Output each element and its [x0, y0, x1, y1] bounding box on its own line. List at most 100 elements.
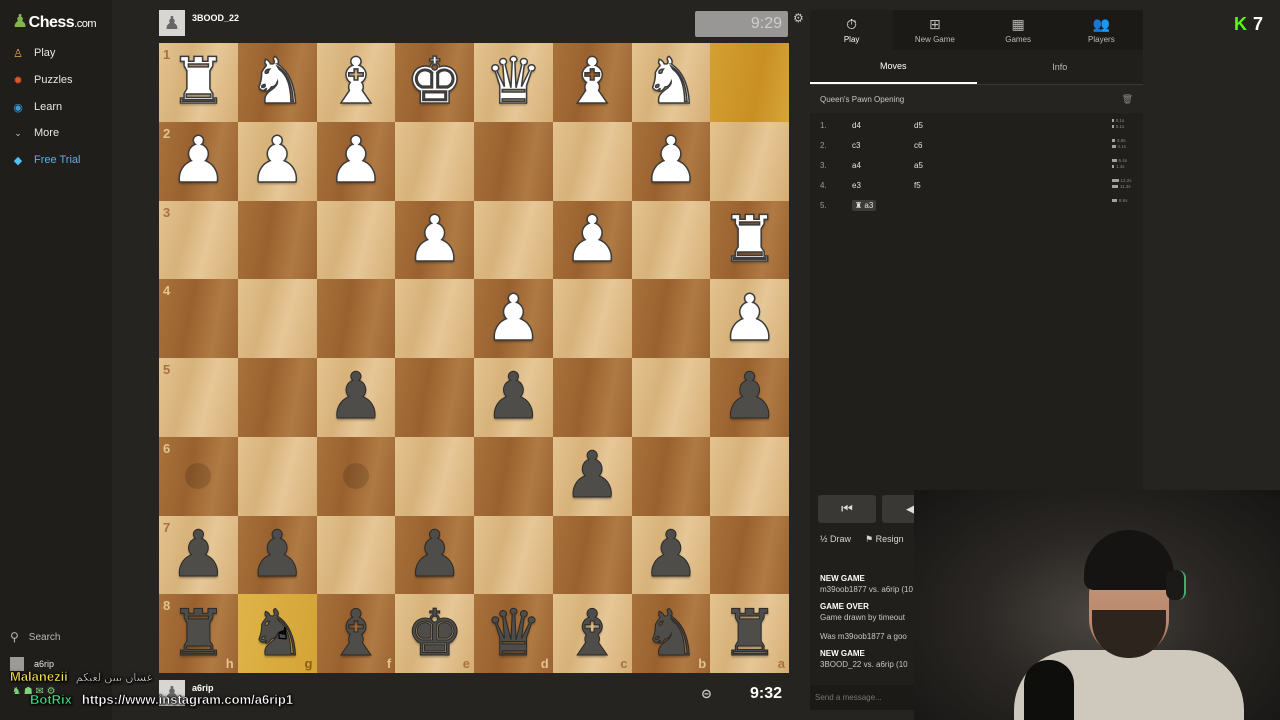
white-pawn-piece[interactable]: ♟: [248, 128, 307, 194]
black-move[interactable]: f5: [914, 181, 974, 190]
board-square[interactable]: 8 h ♜: [159, 594, 238, 673]
board-square[interactable]: 4: [159, 279, 238, 358]
board-square[interactable]: ♟: [474, 279, 553, 358]
board-square[interactable]: [710, 121, 789, 201]
board-square[interactable]: [395, 121, 474, 201]
board-square[interactable]: [474, 121, 553, 201]
board-square[interactable]: 1 ♜: [159, 43, 238, 122]
board-square[interactable]: ♟: [710, 279, 789, 358]
board-square[interactable]: [552, 358, 632, 437]
board-square[interactable]: [552, 515, 632, 595]
black-queen-piece[interactable]: ♛: [484, 601, 542, 666]
board-square[interactable]: ♟: [710, 358, 789, 437]
board-square[interactable]: ♟: [631, 515, 711, 595]
board-square[interactable]: ♟: [552, 436, 632, 516]
black-pawn-piece[interactable]: ♟: [169, 522, 227, 587]
opponent-name[interactable]: 3BOOD_22: [192, 13, 239, 23]
move-hint-dot[interactable]: [185, 463, 212, 490]
board-square[interactable]: [237, 358, 317, 437]
board-square[interactable]: ♟: [395, 515, 474, 595]
board-square[interactable]: ♞: [237, 43, 317, 122]
black-pawn-piece[interactable]: ♟: [405, 522, 463, 587]
opening-name[interactable]: Queen's Pawn Opening: [820, 95, 904, 104]
board-square[interactable]: a ♜: [710, 594, 789, 673]
board-square[interactable]: d ♛: [474, 594, 553, 673]
white-bishop-piece[interactable]: ♝: [563, 50, 622, 116]
white-rook-piece[interactable]: ♜: [720, 207, 779, 273]
white-pawn-piece[interactable]: ♟: [326, 128, 385, 194]
board-square[interactable]: [237, 436, 317, 516]
board-square[interactable]: [631, 200, 711, 280]
black-rook-piece[interactable]: ♜: [169, 601, 227, 666]
board-square[interactable]: [237, 200, 317, 280]
board-square[interactable]: ♟: [316, 358, 396, 437]
white-queen-piece[interactable]: ♛: [484, 50, 543, 116]
white-pawn-piece[interactable]: ♟: [641, 128, 700, 194]
board-square[interactable]: ♛: [474, 43, 553, 122]
board-square[interactable]: [316, 200, 396, 280]
board-square[interactable]: [474, 436, 553, 516]
board-square[interactable]: [395, 436, 474, 516]
black-move[interactable]: d5: [914, 121, 974, 130]
sidebar-item-learn[interactable]: ◉ Learn: [10, 97, 62, 117]
tab-play[interactable]: ⏱ Play: [810, 10, 894, 50]
board-square[interactable]: ♝: [316, 43, 396, 122]
board-square[interactable]: [631, 358, 711, 437]
board-square[interactable]: [316, 279, 396, 358]
board-square[interactable]: ♟: [631, 121, 711, 201]
board-square[interactable]: e ♚: [395, 594, 474, 673]
board-square[interactable]: [631, 436, 711, 516]
chess-board[interactable]: 1 ♜ ♞ ♝ ♚ ♛ ♝ ♞ 2 ♟ ♟ ♟ ♟ 3 ♟ ♟ ♜ 4 ♟ ♟ 5 ♟ ♟ ♟ 6 ♟ 7 ♟ ♟ ♟ ♟ 8 h ♜ g ♞ ☝ f ♝ e…: [159, 43, 789, 673]
first-move-button[interactable]: ⏮: [818, 495, 876, 523]
black-king-piece[interactable]: ♚: [405, 601, 463, 666]
board-square[interactable]: c ♝: [552, 594, 632, 673]
white-rook-piece[interactable]: ♜: [169, 50, 228, 116]
white-knight-piece[interactable]: ♞: [248, 50, 307, 116]
sidebar-item-free-trial[interactable]: ◆ Free Trial: [10, 150, 81, 170]
white-move[interactable]: a4: [852, 161, 914, 170]
black-knight-piece[interactable]: ♞: [642, 601, 700, 666]
board-square[interactable]: ♟: [237, 121, 317, 201]
board-square[interactable]: [552, 279, 632, 358]
board-square[interactable]: [237, 279, 317, 358]
board-square[interactable]: [474, 515, 553, 595]
black-pawn-piece[interactable]: ♟: [327, 365, 385, 430]
black-pawn-piece[interactable]: ♟: [248, 522, 306, 587]
board-square[interactable]: ♟: [395, 200, 474, 280]
white-pawn-piece[interactable]: ♟: [405, 207, 464, 273]
tab-new-game[interactable]: ⊞ New Game: [893, 10, 976, 50]
board-square[interactable]: 5: [159, 358, 238, 437]
board-square[interactable]: [474, 200, 553, 280]
board-square[interactable]: ♟: [552, 200, 632, 280]
resign-button[interactable]: ⚑ Resign: [865, 534, 904, 545]
board-square[interactable]: ♜: [710, 200, 789, 280]
white-king-piece[interactable]: ♚: [405, 50, 464, 116]
white-move[interactable]: c3: [852, 141, 914, 150]
white-pawn-piece[interactable]: ♟: [484, 286, 543, 352]
white-pawn-piece[interactable]: ♟: [563, 207, 622, 273]
board-square[interactable]: f ♝: [316, 594, 396, 673]
black-pawn-piece[interactable]: ♟: [484, 365, 542, 430]
board-square[interactable]: 3: [159, 200, 238, 280]
board-square[interactable]: [710, 436, 789, 516]
board-square[interactable]: [631, 279, 711, 358]
black-rook-piece[interactable]: ♜: [720, 601, 778, 666]
white-knight-piece[interactable]: ♞: [641, 50, 700, 116]
opponent-avatar[interactable]: ♟: [159, 10, 185, 36]
tab-games[interactable]: ▦ Games: [977, 10, 1060, 50]
board-square[interactable]: [316, 515, 396, 595]
white-bishop-piece[interactable]: ♝: [326, 50, 385, 116]
board-square[interactable]: [395, 358, 474, 437]
tab-players[interactable]: 👥 Players: [1060, 10, 1143, 50]
black-move[interactable]: a5: [914, 161, 974, 170]
board-square[interactable]: ♟: [237, 515, 317, 595]
board-square[interactable]: g ♞ ☝: [237, 594, 317, 673]
tab-moves[interactable]: Moves: [810, 50, 977, 84]
board-square[interactable]: b ♞: [631, 594, 711, 673]
board-square[interactable]: [710, 43, 789, 122]
white-move[interactable]: ♜ a3: [852, 199, 914, 211]
black-bishop-piece[interactable]: ♝: [563, 601, 621, 666]
board-square[interactable]: ♞: [631, 43, 711, 122]
board-square[interactable]: [316, 436, 396, 516]
board-square[interactable]: [395, 279, 474, 358]
